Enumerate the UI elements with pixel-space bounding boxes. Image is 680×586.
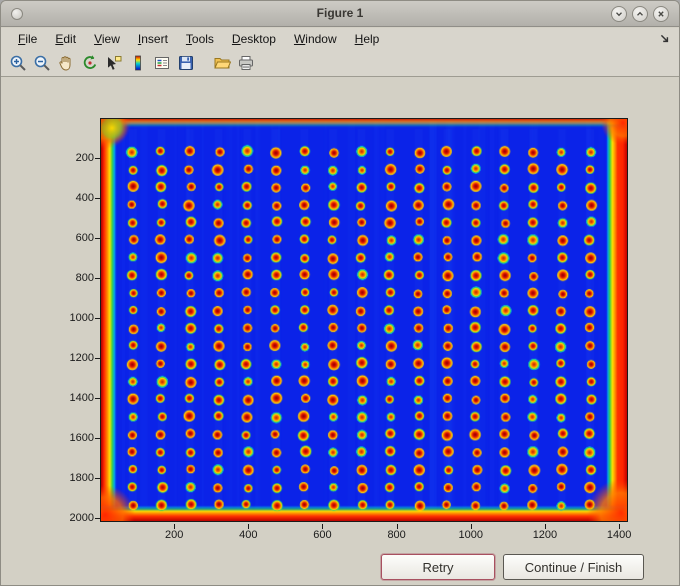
y-tick-mark xyxy=(95,198,100,199)
continue-finish-button[interactable]: Continue / Finish xyxy=(503,554,644,580)
zoom-in-button[interactable] xyxy=(7,52,29,74)
y-tick-label: 800 xyxy=(75,272,94,284)
menu-item-view[interactable]: View xyxy=(85,29,129,49)
y-tick-label: 1000 xyxy=(69,312,94,324)
dock-arrow-icon xyxy=(660,34,669,43)
x-tick-label: 600 xyxy=(313,529,332,541)
menu-item-edit[interactable]: Edit xyxy=(46,29,85,49)
minimize-icon xyxy=(615,12,623,17)
x-tick-label: 1000 xyxy=(458,529,484,541)
window-title: Figure 1 xyxy=(316,6,364,20)
plot-canvas[interactable] xyxy=(100,118,628,522)
x-tick-mark xyxy=(544,524,546,529)
y-tick-label: 1800 xyxy=(69,472,94,484)
y-tick-mark xyxy=(95,238,100,239)
y-tick-mark xyxy=(95,278,100,279)
close-icon xyxy=(658,11,664,17)
y-tick-mark xyxy=(95,158,100,159)
x-tick-label: 800 xyxy=(387,529,406,541)
x-tick-label: 400 xyxy=(239,529,258,541)
zoom-out-icon xyxy=(34,55,50,71)
pan-button[interactable] xyxy=(55,52,77,74)
x-tick-mark xyxy=(619,524,621,529)
x-tick-mark xyxy=(248,524,250,529)
toolbar xyxy=(1,50,679,77)
data-cursor-button[interactable] xyxy=(103,52,125,74)
maximize-button[interactable] xyxy=(632,6,648,22)
retry-button[interactable]: Retry xyxy=(381,554,495,580)
y-tick-label: 1600 xyxy=(69,432,94,444)
save-button[interactable] xyxy=(175,52,197,74)
data-cursor-icon xyxy=(108,56,122,70)
x-tick-mark xyxy=(396,524,398,529)
legend-button[interactable] xyxy=(151,52,173,74)
legend-icon xyxy=(155,57,169,69)
x-tick-label: 1200 xyxy=(532,529,558,541)
zoom-out-button[interactable] xyxy=(31,52,53,74)
menu-item-window[interactable]: Window xyxy=(285,29,346,49)
y-tick-mark xyxy=(95,478,100,479)
colorbar-button[interactable] xyxy=(127,52,149,74)
x-tick-mark xyxy=(322,524,324,529)
x-tick-mark xyxy=(470,524,472,529)
print-icon xyxy=(239,56,253,70)
menu-item-desktop[interactable]: Desktop xyxy=(223,29,285,49)
y-tick-label: 600 xyxy=(75,232,94,244)
x-tick-label: 200 xyxy=(164,529,184,541)
y-tick-mark xyxy=(95,318,100,319)
x-tick-label: 1400 xyxy=(606,529,632,541)
title-bar: Figure 1 xyxy=(1,1,679,27)
colorbar-icon xyxy=(135,55,141,71)
minimize-button[interactable] xyxy=(611,6,627,22)
menu-bar: File Edit View Insert Tools Desktop Window Help xyxy=(1,28,679,50)
open-folder-icon xyxy=(214,58,231,69)
y-tick-label: 1400 xyxy=(69,392,94,404)
pan-icon xyxy=(59,56,71,71)
maximize-icon xyxy=(636,11,644,16)
rotate-3d-button[interactable] xyxy=(79,52,101,74)
x-tick-mark xyxy=(174,524,176,529)
y-tick-mark xyxy=(95,518,100,519)
rotate-3d-icon xyxy=(83,55,97,69)
menu-item-file[interactable]: File xyxy=(9,29,46,49)
close-button[interactable] xyxy=(653,6,669,22)
menu-item-help[interactable]: Help xyxy=(346,29,389,49)
menu-item-insert[interactable]: Insert xyxy=(129,29,177,49)
zoom-in-icon xyxy=(10,55,26,71)
open-folder-button[interactable] xyxy=(211,52,233,74)
print-button[interactable] xyxy=(235,52,257,74)
y-tick-label: 2000 xyxy=(69,512,94,524)
save-icon xyxy=(179,56,193,70)
y-tick-mark xyxy=(95,398,100,399)
y-tick-label: 200 xyxy=(75,152,94,164)
figure-window: Figure 1 File Edit View Insert Tools Desktop W… xyxy=(0,0,680,586)
y-tick-label: 1200 xyxy=(69,352,94,364)
menu-item-tools[interactable]: Tools xyxy=(177,29,223,49)
y-tick-mark xyxy=(95,358,100,359)
y-tick-label: 400 xyxy=(75,192,94,204)
dock-figure-button[interactable] xyxy=(659,33,671,45)
y-tick-mark xyxy=(95,438,100,439)
